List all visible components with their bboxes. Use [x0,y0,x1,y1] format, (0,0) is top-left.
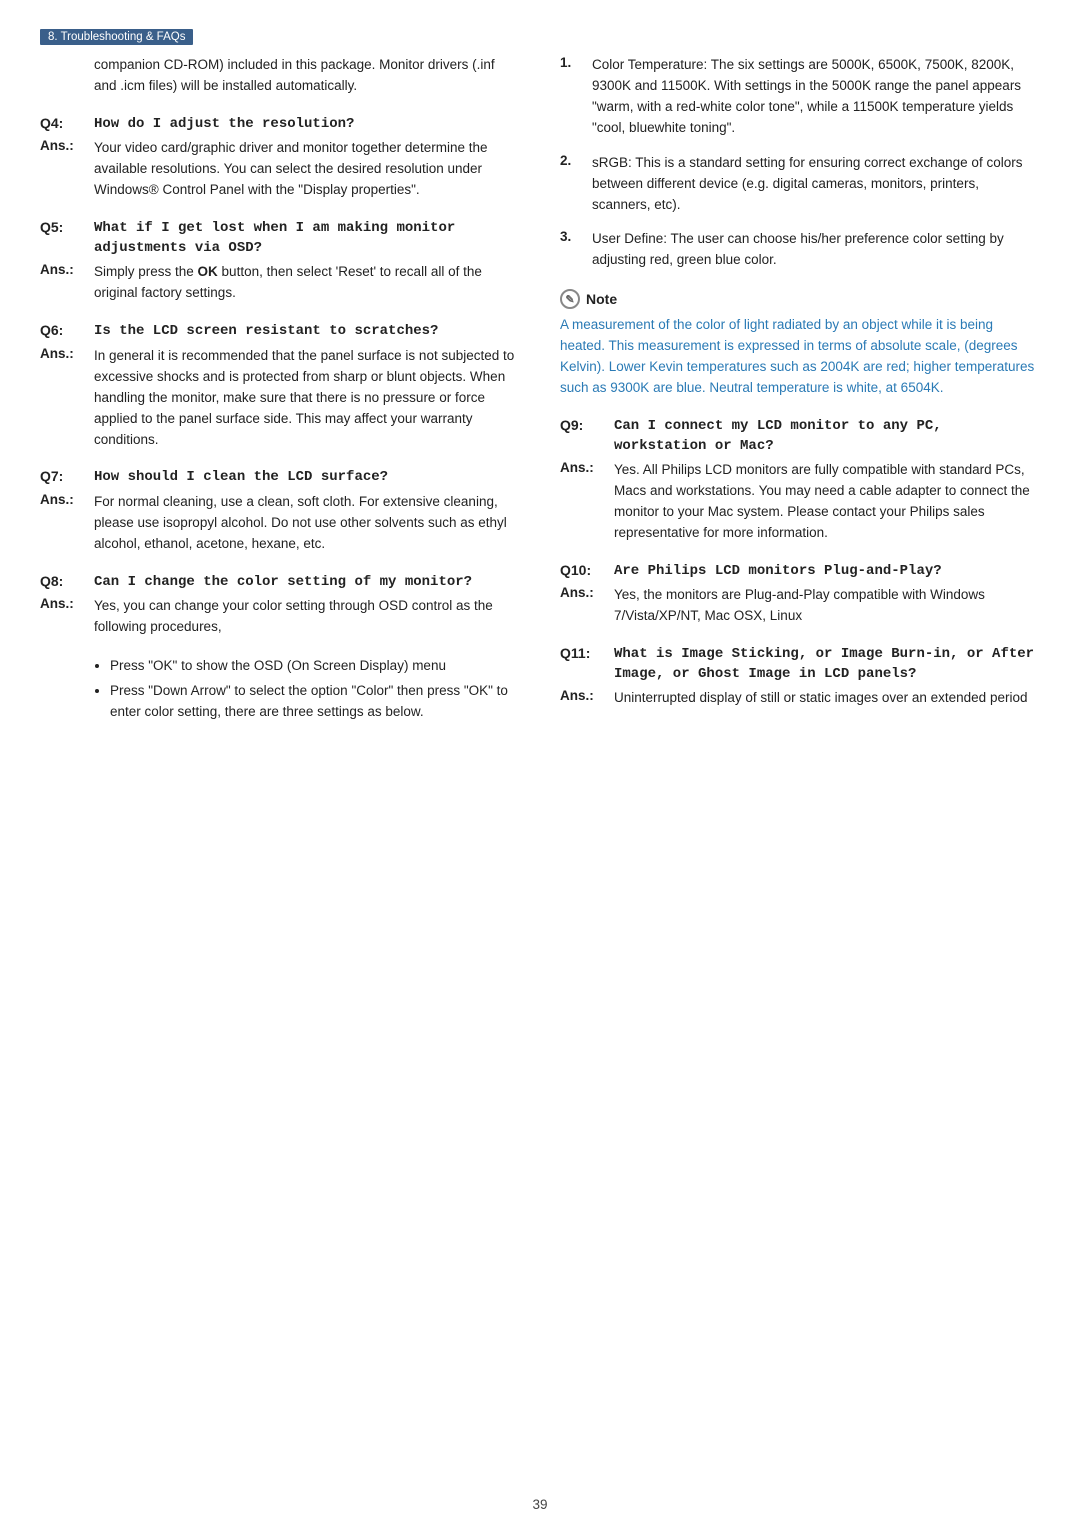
note-box: ✎ Note A measurement of the color of lig… [560,289,1040,399]
qa-q5: Q5: What if I get lost when I am making … [40,219,520,304]
page-number: 39 [0,1497,1080,1512]
numbered-item-3: 3. User Define: The user can choose his/… [560,229,1040,271]
num-text-1: Color Temperature: The six settings are … [592,55,1040,139]
q10-label: Q10: [560,562,614,582]
num-label-1: 1. [560,55,582,139]
left-column: companion CD-ROM) included in this packa… [40,55,520,731]
q11-question: What is Image Sticking, or Image Burn-in… [614,645,1040,684]
qa-q7: Q7: How should I clean the LCD surface? … [40,468,520,554]
q9-label: Q9: [560,417,614,456]
q8-answer: Yes, you can change your color setting t… [94,596,520,638]
q6-label: Q6: [40,322,94,342]
numbered-item-2: 2. sRGB: This is a standard setting for … [560,153,1040,216]
q7-answer: For normal cleaning, use a clean, soft c… [94,492,520,555]
q5-label: Q5: [40,219,94,258]
q5-ans-label: Ans.: [40,262,94,304]
note-title-text: Note [586,291,617,307]
numbered-list: 1. Color Temperature: The six settings a… [560,55,1040,271]
q8-question: Can I change the color setting of my mon… [94,573,472,593]
qa-q6: Q6: Is the LCD screen resistant to scrat… [40,322,520,450]
q6-ans-label: Ans.: [40,346,94,451]
q10-ans-label: Ans.: [560,585,614,627]
q4-label: Q4: [40,115,94,135]
q8-ans-label: Ans.: [40,596,94,638]
numbered-item-1: 1. Color Temperature: The six settings a… [560,55,1040,139]
q11-answer: Uninterrupted display of still or static… [614,688,1027,709]
q7-ans-label: Ans.: [40,492,94,555]
q5-question: What if I get lost when I am making moni… [94,219,520,258]
q10-question: Are Philips LCD monitors Plug-and-Play? [614,562,942,582]
q9-ans-label: Ans.: [560,460,614,544]
qa-q11: Q11: What is Image Sticking, or Image Bu… [560,645,1040,709]
num-text-3: User Define: The user can choose his/her… [592,229,1040,271]
q11-label: Q11: [560,645,614,684]
q8-label: Q8: [40,573,94,593]
note-text: A measurement of the color of light radi… [560,315,1040,399]
note-icon: ✎ [560,289,580,309]
qa-q9: Q9: Can I connect my LCD monitor to any … [560,417,1040,544]
q5-answer: Simply press the OK button, then select … [94,262,520,304]
intro-text: companion CD-ROM) included in this packa… [94,55,520,97]
qa-q10: Q10: Are Philips LCD monitors Plug-and-P… [560,562,1040,627]
right-column: 1. Color Temperature: The six settings a… [560,55,1040,731]
num-text-2: sRGB: This is a standard setting for ens… [592,153,1040,216]
note-title: ✎ Note [560,289,1040,309]
q6-answer: In general it is recommended that the pa… [94,346,520,451]
q8-bullet-2: Press "Down Arrow" to select the option … [110,681,520,723]
q6-question: Is the LCD screen resistant to scratches… [94,322,438,342]
q8-bullet-1: Press "OK" to show the OSD (On Screen Di… [110,656,520,677]
q4-ans-label: Ans.: [40,138,94,201]
qa-q8: Q8: Can I change the color setting of my… [40,573,520,638]
num-label-3: 3. [560,229,582,271]
qa-q4: Q4: How do I adjust the resolution? Ans.… [40,115,520,201]
q7-label: Q7: [40,468,94,488]
q11-ans-label: Ans.: [560,688,614,709]
q9-answer: Yes. All Philips LCD monitors are fully … [614,460,1040,544]
q4-question: How do I adjust the resolution? [94,115,354,135]
header-tag: 8. Troubleshooting & FAQs [40,29,193,45]
num-label-2: 2. [560,153,582,216]
q7-question: How should I clean the LCD surface? [94,468,388,488]
q9-question: Can I connect my LCD monitor to any PC, … [614,417,1040,456]
q10-answer: Yes, the monitors are Plug-and-Play comp… [614,585,1040,627]
q4-answer: Your video card/graphic driver and monit… [94,138,520,201]
q8-bullet-list: Press "OK" to show the OSD (On Screen Di… [94,656,520,723]
